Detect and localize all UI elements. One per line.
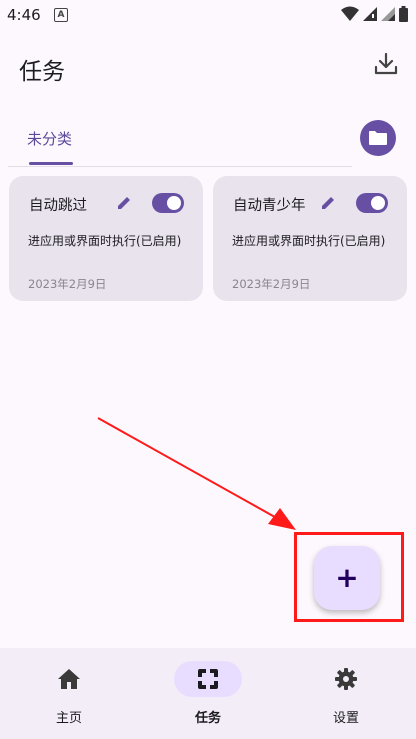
nav-item-settings[interactable]: 设置 (277, 648, 415, 739)
nav-icon-container (174, 661, 242, 697)
gear-icon (335, 668, 357, 690)
battery-icon (399, 6, 408, 22)
notification-a-icon: A (54, 8, 68, 22)
category-tab-row: 未分类 (8, 112, 352, 167)
toggle-knob (167, 196, 181, 210)
home-icon (58, 669, 80, 689)
signal-weak-icon (381, 7, 395, 21)
page-title: 任务 (19, 59, 65, 85)
wifi-icon (341, 6, 359, 21)
status-bar: 4:46 A (0, 0, 416, 30)
nav-label-tasks: 任务 (194, 711, 221, 726)
status-icons (341, 6, 408, 22)
app-bar: 任务 (0, 40, 416, 96)
edit-icon[interactable] (115, 194, 133, 212)
folder-icon (369, 131, 387, 145)
nav-icon-container (35, 661, 103, 697)
nav-item-home[interactable]: 主页 (0, 648, 138, 739)
task-description: 进应用或界面时执行(已启用) (232, 234, 386, 248)
task-date: 2023年2月9日 (232, 277, 311, 291)
task-date: 2023年2月9日 (28, 277, 107, 291)
download-icon (374, 52, 398, 75)
task-toggle[interactable] (356, 193, 388, 213)
nav-item-tasks[interactable]: 任务 (139, 648, 277, 739)
status-time: 4:46 (7, 6, 41, 24)
nav-label-home: 主页 (55, 711, 82, 726)
task-toggle[interactable] (152, 193, 184, 213)
signal-icon (363, 7, 377, 21)
task-name: 自动青少年 (233, 198, 306, 214)
plus-icon: + (335, 561, 359, 594)
annotation-arrow (97, 417, 296, 530)
task-card[interactable]: 自动跳过 进应用或界面时执行(已启用) 2023年2月9日 (9, 176, 203, 301)
tab-indicator (29, 162, 73, 165)
folder-button[interactable] (360, 120, 396, 156)
toggle-knob (371, 196, 385, 210)
bottom-navigation: 主页 任务 设置 (0, 648, 416, 739)
task-card[interactable]: 自动青少年 进应用或界面时执行(已启用) 2023年2月9日 (213, 176, 407, 301)
download-button[interactable] (372, 50, 400, 78)
add-task-button[interactable]: + (314, 546, 380, 610)
edit-icon[interactable] (319, 194, 337, 212)
task-icon (198, 669, 218, 689)
task-name: 自动跳过 (29, 198, 87, 214)
tab-uncategorized[interactable]: 未分类 (27, 128, 72, 149)
nav-label-settings: 设置 (332, 711, 359, 726)
nav-icon-container (312, 661, 380, 697)
task-description: 进应用或界面时执行(已启用) (28, 234, 182, 248)
